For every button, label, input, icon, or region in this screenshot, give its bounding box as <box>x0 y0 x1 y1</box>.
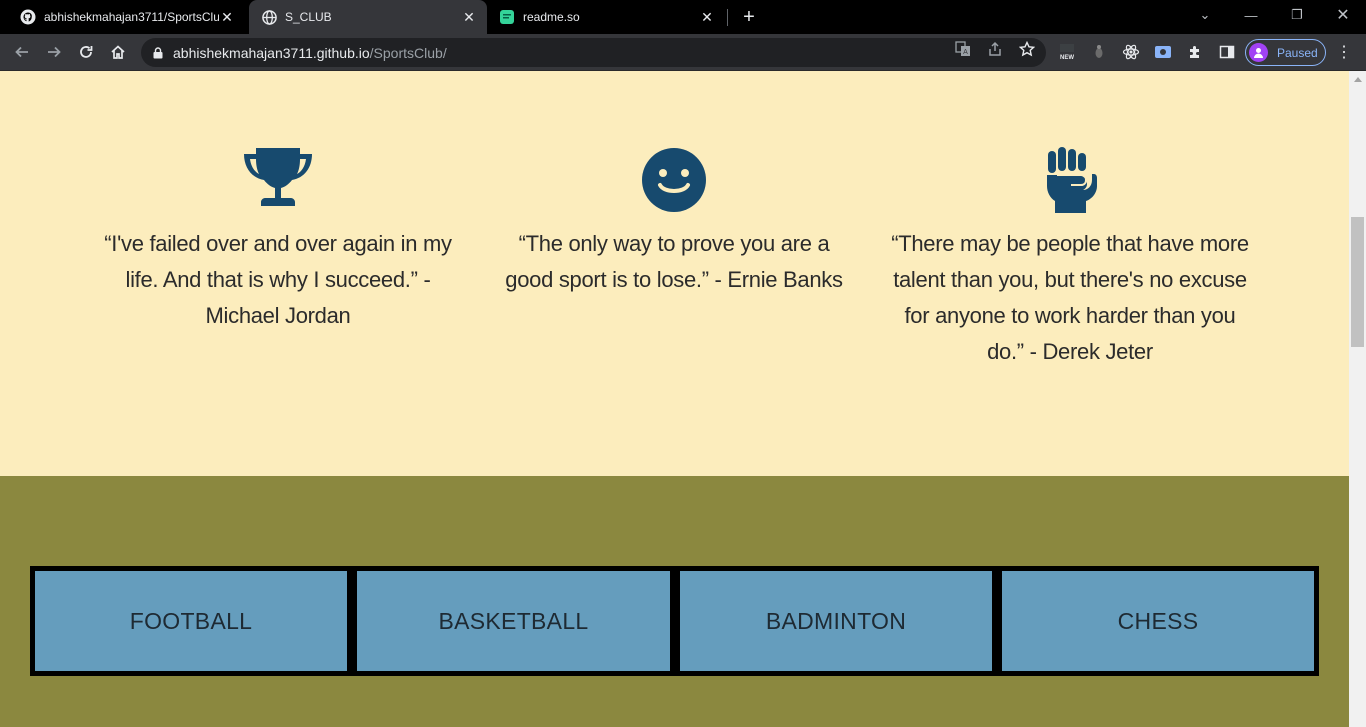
url-host: abhishekmahajan3711.github.io <box>173 44 370 61</box>
globe-icon <box>261 9 277 25</box>
forward-button[interactable] <box>42 40 66 64</box>
sport-card-chess[interactable]: CHESS <box>1002 571 1314 671</box>
share-icon[interactable] <box>986 40 1004 58</box>
extensions-puzzle-icon[interactable] <box>1186 43 1204 61</box>
quote-line: good sport is to lose.” - Ernie Banks <box>505 267 843 292</box>
sport-card-basketball[interactable]: BASKETBALL <box>357 571 670 671</box>
avatar <box>1249 43 1268 62</box>
address-bar[interactable]: abhishekmahajan3711.github.io/SportsClub… <box>141 38 1046 67</box>
profile-status: Paused <box>1277 45 1318 60</box>
scrollbar-thumb[interactable] <box>1351 217 1364 347</box>
tab-readme[interactable]: readme.so ✕ <box>487 0 725 34</box>
sports-grid: FOOTBALL BASKETBALL BADMINTON CHESS <box>30 566 1319 676</box>
translate-icon[interactable]: A <box>954 40 972 58</box>
screen-capture-icon[interactable] <box>1154 43 1172 61</box>
react-devtools-icon[interactable] <box>1122 43 1140 61</box>
smile-icon <box>638 147 710 213</box>
readme-icon <box>499 9 515 25</box>
side-panel-icon[interactable] <box>1218 43 1236 61</box>
sports-section: FOOTBALL BASKETBALL BADMINTON CHESS <box>0 476 1349 727</box>
sport-card-badminton[interactable]: BADMINTON <box>680 571 992 671</box>
quote-line: do.” - Derek Jeter <box>987 339 1153 364</box>
menu-icon[interactable]: ⋮ <box>1336 42 1352 62</box>
home-button[interactable] <box>106 40 130 64</box>
close-icon[interactable]: ✕ <box>699 9 715 25</box>
sport-card-football[interactable]: FOOTBALL <box>35 571 347 671</box>
scroll-up-arrow-icon[interactable] <box>1349 71 1366 88</box>
tab-title: readme.so <box>523 10 580 24</box>
reload-button[interactable] <box>74 40 98 64</box>
tab-github[interactable]: abhishekmahajan3711/SportsClub ✕ <box>0 0 245 34</box>
lock-icon[interactable] <box>153 46 165 60</box>
quote-derek-jeter: “There may be people that have more tale… <box>872 226 1268 370</box>
quote-line: life. And that is why I succeed.” - <box>125 267 431 292</box>
page-viewport: “I've failed over and over again in my l… <box>0 71 1349 727</box>
tab-title: abhishekmahajan3711/SportsClub <box>44 10 219 24</box>
restore-button[interactable]: ❐ <box>1274 0 1320 30</box>
quote-line: “There may be people that have more <box>891 231 1249 256</box>
tab-sclub[interactable]: S_CLUB ✕ <box>249 0 487 34</box>
quote-line: “I've failed over and over again in my <box>104 231 452 256</box>
url-path: /SportsClub/ <box>369 44 447 61</box>
quote-line: for anyone to work harder than you <box>904 303 1236 328</box>
tab-separator <box>727 9 728 26</box>
quote-michael-jordan: “I've failed over and over again in my l… <box>80 226 476 334</box>
bookmark-star-icon[interactable] <box>1018 40 1036 58</box>
quote-line: talent than you, but there's no excuse <box>893 267 1247 292</box>
tab-strip: abhishekmahajan3711/SportsClub ✕ S_CLUB … <box>0 0 1366 34</box>
tab-title: S_CLUB <box>285 10 332 24</box>
browser-toolbar: abhishekmahajan3711.github.io/SportsClub… <box>0 34 1366 71</box>
fist-icon <box>1035 147 1107 213</box>
close-icon[interactable]: ✕ <box>219 9 235 25</box>
quote-line: Michael Jordan <box>205 303 351 328</box>
svg-text:A: A <box>963 49 968 56</box>
back-button[interactable] <box>10 40 34 64</box>
close-icon[interactable]: ✕ <box>461 9 477 25</box>
tab-search-icon[interactable]: ⌄ <box>1182 0 1228 30</box>
new-tab-button[interactable]: + <box>737 5 761 29</box>
new-badge: NEW <box>1060 55 1074 61</box>
page-scrollbar[interactable] <box>1349 71 1366 727</box>
minimize-button[interactable]: — <box>1228 0 1274 30</box>
quote-ernie-banks: “The only way to prove you are a good sp… <box>476 226 872 298</box>
profile-button[interactable]: Paused <box>1245 39 1326 66</box>
quotes-section: “I've failed over and over again in my l… <box>0 71 1349 476</box>
extension-icon[interactable] <box>1090 43 1108 61</box>
close-window-button[interactable]: ✕ <box>1320 0 1366 30</box>
quote-line: “The only way to prove you are a <box>518 231 830 256</box>
github-icon <box>20 9 36 25</box>
trophy-icon <box>242 147 314 213</box>
new-extension-icon[interactable]: NEW <box>1058 43 1076 61</box>
